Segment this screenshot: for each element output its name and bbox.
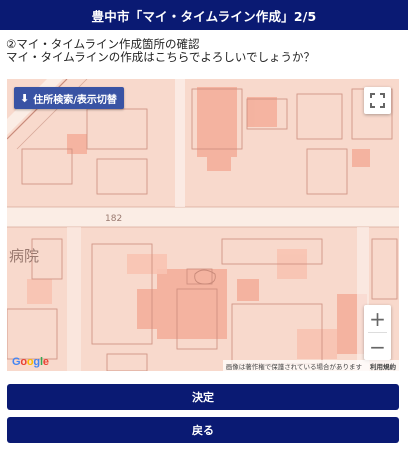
step-title: ②マイ・タイムライン作成箇所の確認: [6, 37, 200, 51]
google-logo[interactable]: Google: [12, 356, 49, 368]
step-question: マイ・タイムラインの作成はこちらでよろしいでしょうか？: [6, 50, 316, 64]
map-view[interactable]: 182 病院 ⬇ 住所検索/表示切替 + − Google 画像は著作権で保護さ…: [7, 79, 399, 371]
zoom-out-button[interactable]: −: [364, 333, 391, 360]
arrow-down-icon: ⬇: [20, 91, 30, 105]
address-search-button[interactable]: ⬇ 住所検索/表示切替: [14, 87, 124, 109]
map-canvas[interactable]: 182 病院: [7, 79, 399, 371]
page-header: 豊中市「マイ・タイムライン作成」2/5: [0, 0, 408, 30]
terms-link[interactable]: 利用規約: [370, 361, 396, 371]
back-button[interactable]: 戻る: [7, 417, 399, 443]
fullscreen-icon: [370, 93, 385, 108]
zoom-in-button[interactable]: +: [364, 305, 391, 332]
address-search-label: 住所検索/表示切替: [33, 94, 117, 106]
copyright-notice: 画像は著作権で保護されている場合があります: [225, 362, 362, 371]
map-attribution: 画像は著作権で保護されている場合があります 利用規約: [222, 360, 399, 371]
fullscreen-button[interactable]: [364, 87, 391, 114]
decide-button[interactable]: 決定: [7, 384, 399, 410]
hospital-label: 病院: [9, 247, 39, 265]
zoom-controls: + −: [364, 305, 391, 360]
street-number-label: 182: [105, 214, 122, 224]
page-title: 豊中市「マイ・タイムライン作成」2/5: [91, 8, 317, 24]
